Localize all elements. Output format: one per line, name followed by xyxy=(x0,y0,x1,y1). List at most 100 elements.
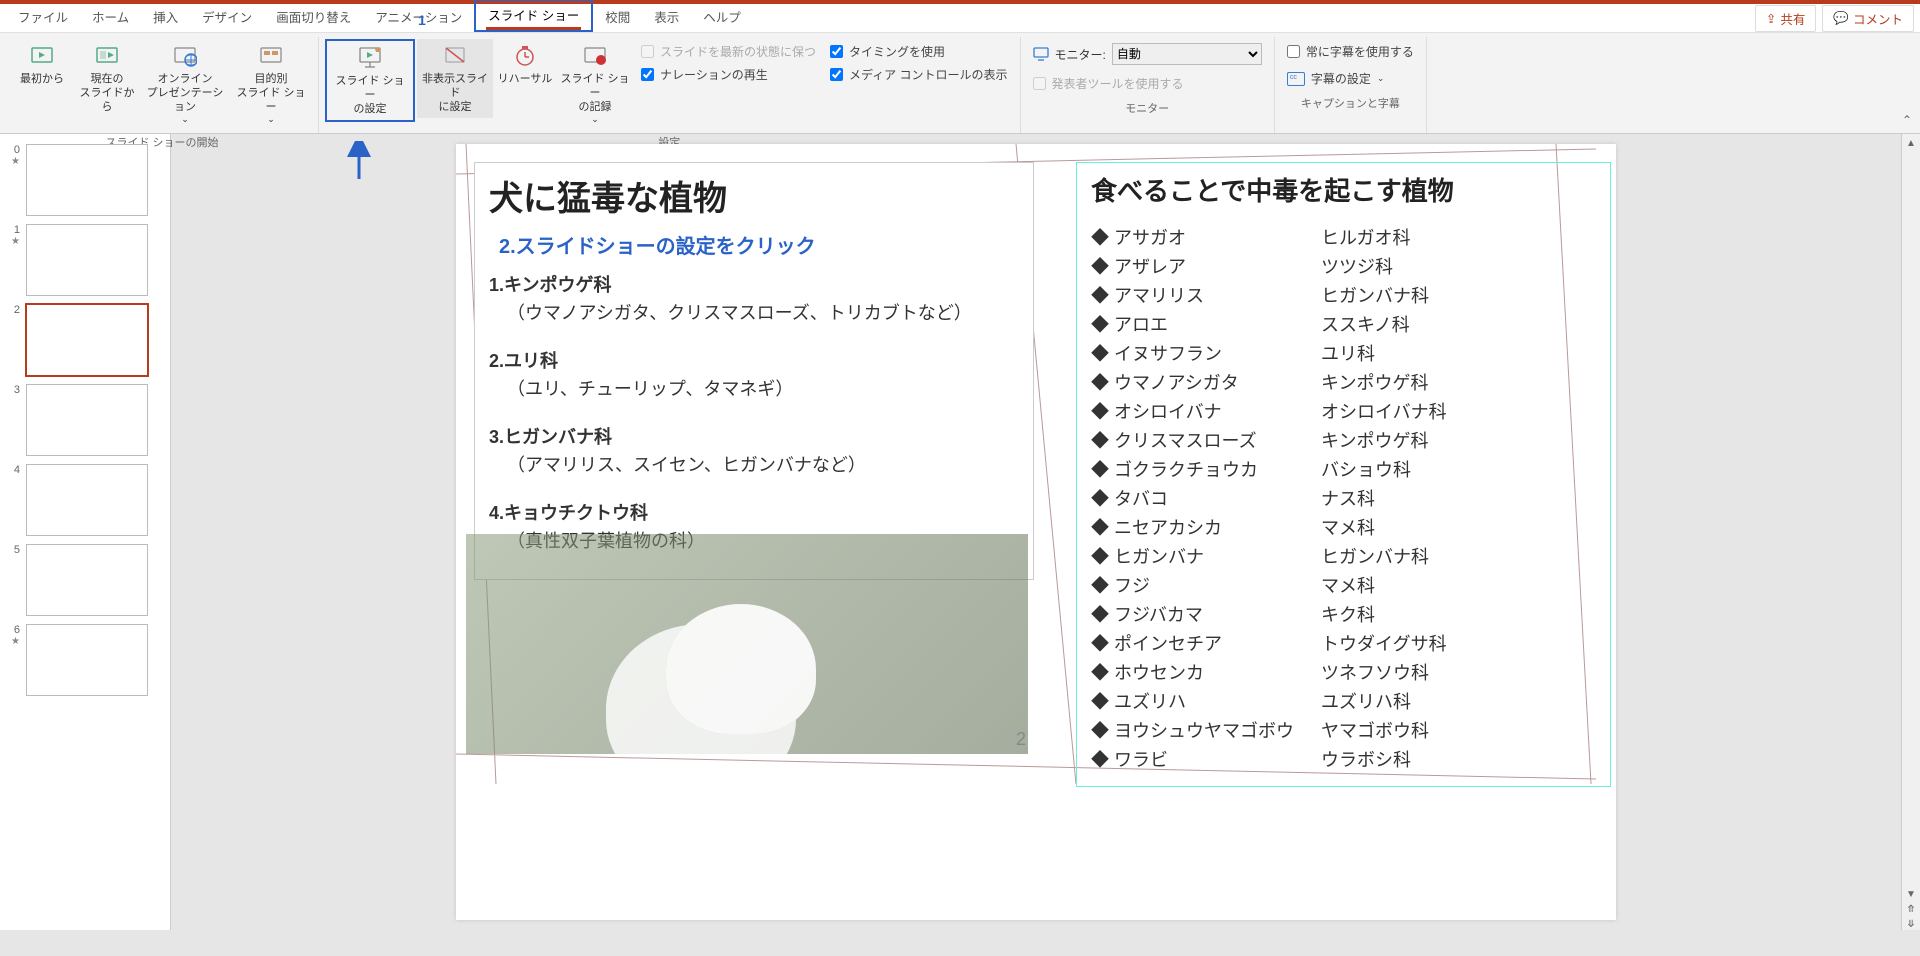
comment-icon: 💬 xyxy=(1833,11,1849,26)
plant-family: マメ科 xyxy=(1321,514,1596,540)
thumbnail-1[interactable]: 1★ xyxy=(0,220,170,300)
prev-slide-icon[interactable]: ⤊ xyxy=(1907,904,1915,915)
plant-name: アサガオ xyxy=(1091,224,1321,250)
online-presentation-button[interactable]: オンライン プレゼンテーション ⌄ xyxy=(142,39,228,130)
presenter-view-checkbox[interactable]: 発表者ツールを使用する xyxy=(1033,75,1262,92)
thumb-preview xyxy=(26,304,148,376)
tab-review[interactable]: 校閲 xyxy=(593,3,642,32)
plant-name: オシロイバナ xyxy=(1091,398,1321,424)
tab-help[interactable]: ヘルプ xyxy=(691,3,753,32)
list-item-header: 4.キョウチクトウ科 xyxy=(489,499,1019,525)
list-item-sub: （ユリ、チューリップ、タマネギ） xyxy=(507,375,1019,401)
annotation-step2: 2.スライドショーの設定をクリック xyxy=(499,230,1019,259)
thumb-number: 2 xyxy=(6,304,20,316)
thumbnail-panel[interactable]: 0★ 1★ 2 3 4 5 6★ xyxy=(0,134,171,930)
custom-slideshow-button[interactable]: 目的別 スライド ショー ⌄ xyxy=(230,39,312,130)
setup-slideshow-button[interactable]: スライド ショー の設定 xyxy=(325,39,415,122)
tab-slideshow[interactable]: スライド ショー xyxy=(474,0,593,32)
share-icon: ⇪ xyxy=(1766,11,1776,26)
list-item-sub: （アマリリス、スイセン、ヒガンバナなど） xyxy=(507,451,1019,477)
share-button[interactable]: ⇪共有 xyxy=(1755,5,1817,32)
comment-button[interactable]: 💬コメント xyxy=(1822,5,1914,32)
vertical-scrollbar[interactable]: ▲ ▼ ⤊ ⤋ xyxy=(1901,134,1920,930)
plant-family: ツネフソウ科 xyxy=(1321,659,1596,685)
thumbnail-0[interactable]: 0★ xyxy=(0,140,170,220)
record-icon xyxy=(582,43,608,69)
tab-transition[interactable]: 画面切り替え xyxy=(264,3,363,32)
group-captions: 常に字幕を使用する cc字幕の設定 ⌄ キャプションと字幕 xyxy=(1275,37,1427,133)
from-beginning-button[interactable]: 最初から xyxy=(12,39,72,91)
tab-insert[interactable]: 挿入 xyxy=(141,3,190,32)
collapse-ribbon-button[interactable]: ⌃ xyxy=(1902,113,1912,127)
plant-family: ユリ科 xyxy=(1321,340,1596,366)
scroll-up-icon[interactable]: ▲ xyxy=(1906,138,1916,149)
plant-name: ユズリハ xyxy=(1091,688,1321,714)
slide: 犬に猛毒な植物 2.スライドショーの設定をクリック 1.キンポウゲ科（ウマノアシ… xyxy=(456,144,1616,920)
thumbnail-5[interactable]: 5 xyxy=(0,540,170,620)
always-caption-checkbox[interactable]: 常に字幕を使用する xyxy=(1287,43,1414,60)
tab-home[interactable]: ホーム xyxy=(80,3,141,32)
thumbnail-4[interactable]: 4 xyxy=(0,460,170,540)
record-slideshow-button[interactable]: スライド ショー の記録 ⌄ xyxy=(557,39,633,130)
hide-slide-button[interactable]: 非表示スライド に設定 xyxy=(417,39,493,118)
plant-family: ヒガンバナ科 xyxy=(1321,543,1596,569)
scroll-down-icon[interactable]: ▼ xyxy=(1906,889,1916,900)
chevron-down-icon: ⌄ xyxy=(181,114,189,125)
plant-name: クリスマスローズ xyxy=(1091,427,1321,453)
monitor-select[interactable]: 自動 xyxy=(1112,43,1262,65)
plant-name: アロエ xyxy=(1091,311,1321,337)
thumb-preview xyxy=(26,464,148,536)
slide-canvas[interactable]: 犬に猛毒な植物 2.スライドショーの設定をクリック 1.キンポウゲ科（ウマノアシ… xyxy=(171,134,1901,930)
monitor-icon xyxy=(1033,46,1049,62)
plant-family: トウダイグサ科 xyxy=(1321,630,1596,656)
clock-icon xyxy=(512,43,538,69)
thumb-number: 4 xyxy=(6,464,20,476)
right-text-card: 食べることで中毒を起こす植物 アサガオヒルガオ科アザレアツツジ科アマリリスヒガン… xyxy=(1076,162,1611,787)
thumb-preview xyxy=(26,544,148,616)
plant-family: バショウ科 xyxy=(1321,456,1596,482)
left-text-card: 犬に猛毒な植物 2.スライドショーの設定をクリック 1.キンポウゲ科（ウマノアシ… xyxy=(474,162,1034,580)
plant-family: キンポウゲ科 xyxy=(1321,427,1596,453)
plant-family: キク科 xyxy=(1321,601,1596,627)
thumb-preview xyxy=(26,224,148,296)
thumbnail-2[interactable]: 2 xyxy=(0,300,170,380)
plant-family: ススキノ科 xyxy=(1321,311,1596,337)
chevron-down-icon: ⌄ xyxy=(267,114,275,125)
thumb-number: 1★ xyxy=(6,224,20,247)
thumb-number: 5 xyxy=(6,544,20,556)
tab-design[interactable]: デザイン xyxy=(190,3,264,32)
use-timing-checkbox[interactable]: タイミングを使用 xyxy=(830,43,1008,60)
plant-name: ポインセチア xyxy=(1091,630,1321,656)
plant-name: フジバカマ xyxy=(1091,601,1321,627)
thumbnail-6[interactable]: 6★ xyxy=(0,620,170,700)
plant-name: イヌサフラン xyxy=(1091,340,1321,366)
thumb-preview xyxy=(26,624,148,696)
group-start-slideshow: 最初から 現在の スライドから オンライン プレゼンテーション ⌄ 目的別 スラ… xyxy=(6,37,319,133)
list-item-header: 1.キンポウゲ科 xyxy=(489,271,1019,297)
show-media-checkbox[interactable]: メディア コントロールの表示 xyxy=(830,66,1008,83)
plant-family: ヒルガオ科 xyxy=(1321,224,1596,250)
ribbon: 最初から 現在の スライドから オンライン プレゼンテーション ⌄ 目的別 スラ… xyxy=(0,33,1920,134)
plant-family: ユズリハ科 xyxy=(1321,688,1596,714)
keep-updated-checkbox[interactable]: スライドを最新の状態に保つ xyxy=(641,43,816,60)
caption-settings-button[interactable]: cc字幕の設定 ⌄ xyxy=(1287,70,1414,87)
next-slide-icon[interactable]: ⤋ xyxy=(1907,919,1915,930)
from-current-button[interactable]: 現在の スライドから xyxy=(74,39,140,118)
group-monitor: モニター: 自動 発表者ツールを使用する モニター xyxy=(1021,37,1275,133)
play-narration-checkbox[interactable]: ナレーションの再生 xyxy=(641,66,816,83)
tab-strip: ファイル ホーム 挿入 デザイン 画面切り替え アニメーション 1 スライド シ… xyxy=(0,4,1920,33)
chevron-down-icon: ⌄ xyxy=(591,114,599,125)
caption-icon: cc xyxy=(1287,72,1305,86)
thumb-preview xyxy=(26,384,148,456)
rehearse-button[interactable]: リハーサル xyxy=(495,39,555,91)
list-item-header: 3.ヒガンバナ科 xyxy=(489,423,1019,449)
thumbnail-3[interactable]: 3 xyxy=(0,380,170,460)
plant-name: ホウセンカ xyxy=(1091,659,1321,685)
list-item-header: 2.ユリ科 xyxy=(489,347,1019,373)
plant-name: ワラビ xyxy=(1091,746,1321,772)
plant-name: アマリリス xyxy=(1091,282,1321,308)
plant-name: フジ xyxy=(1091,572,1321,598)
tab-file[interactable]: ファイル xyxy=(6,3,80,32)
plant-name: ヒガンバナ xyxy=(1091,543,1321,569)
tab-view[interactable]: 表示 xyxy=(642,3,691,32)
